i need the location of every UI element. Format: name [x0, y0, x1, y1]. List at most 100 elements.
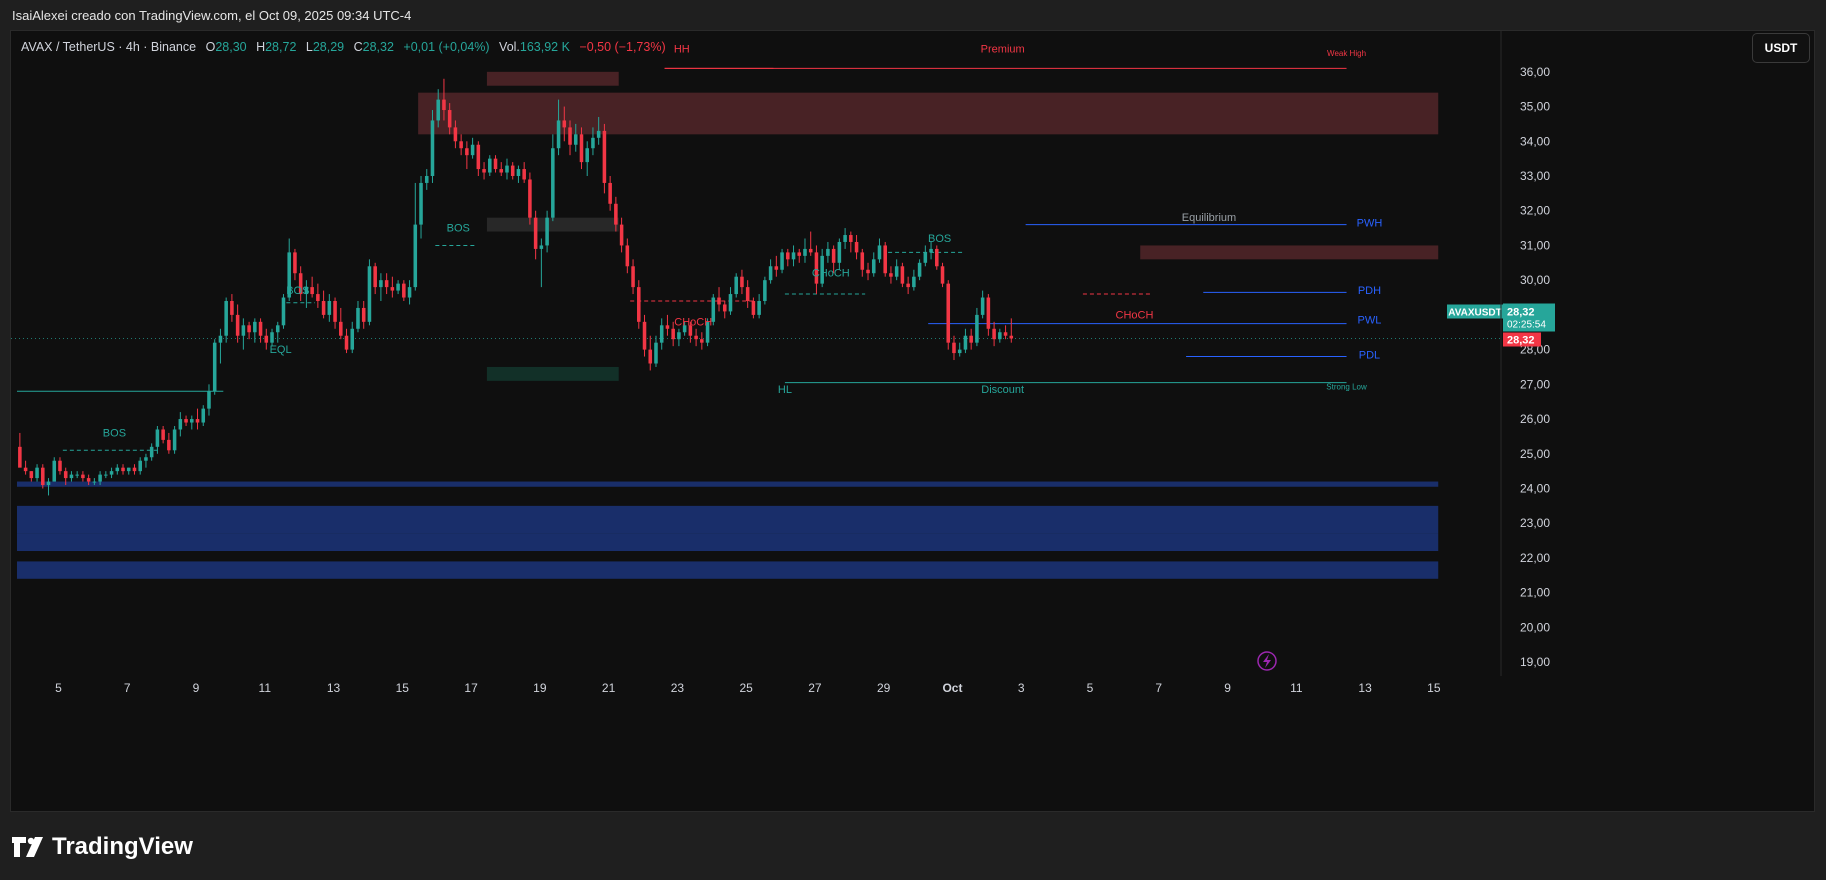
- candle-body[interactable]: [459, 141, 463, 149]
- candle-body[interactable]: [482, 169, 486, 173]
- candle-body[interactable]: [247, 325, 251, 333]
- candle-body[interactable]: [155, 429, 160, 447]
- candle-body[interactable]: [883, 245, 887, 274]
- candle-body[interactable]: [281, 297, 286, 326]
- candle-body[interactable]: [23, 467, 28, 472]
- candle-body[interactable]: [757, 301, 761, 315]
- candle-body[interactable]: [52, 460, 57, 482]
- candle-body[interactable]: [75, 474, 79, 476]
- candle-body[interactable]: [190, 419, 194, 423]
- candle-body[interactable]: [877, 245, 882, 260]
- candle-body[interactable]: [585, 148, 589, 163]
- currency-button[interactable]: USDT: [1752, 33, 1810, 63]
- candle-body[interactable]: [516, 169, 521, 176]
- candle-body[interactable]: [522, 169, 526, 180]
- candle-body[interactable]: [573, 134, 578, 145]
- candle-body[interactable]: [659, 325, 664, 343]
- candle-body[interactable]: [734, 276, 738, 295]
- candle-body[interactable]: [235, 314, 240, 336]
- candle-body[interactable]: [104, 474, 108, 476]
- candle-body[interactable]: [631, 266, 635, 288]
- candle-body[interactable]: [728, 294, 733, 312]
- candle-body[interactable]: [608, 182, 612, 204]
- candle-body[interactable]: [212, 342, 217, 392]
- candle-body[interactable]: [69, 474, 74, 479]
- candle-body[interactable]: [912, 276, 916, 288]
- candle-body[interactable]: [545, 217, 549, 246]
- candle-body[interactable]: [126, 467, 131, 472]
- candle-body[interactable]: [889, 273, 893, 277]
- candle-body[interactable]: [946, 283, 951, 343]
- candle-body[interactable]: [625, 245, 630, 267]
- candle-body[interactable]: [178, 419, 183, 430]
- candle-body[interactable]: [998, 332, 1002, 340]
- candle-body[interactable]: [465, 148, 469, 156]
- candle-body[interactable]: [505, 165, 509, 173]
- candle-body[interactable]: [700, 339, 704, 343]
- candle-body[interactable]: [184, 419, 188, 423]
- candle-body[interactable]: [447, 110, 452, 128]
- candle-body[interactable]: [18, 446, 22, 468]
- candle-body[interactable]: [333, 301, 337, 322]
- candle-body[interactable]: [407, 287, 412, 298]
- candle-body[interactable]: [671, 328, 675, 340]
- candle-body[interactable]: [195, 419, 200, 423]
- candle-body[interactable]: [510, 165, 515, 176]
- candle-body[interactable]: [453, 127, 458, 142]
- candle-body[interactable]: [826, 248, 830, 256]
- candle-body[interactable]: [986, 297, 991, 329]
- candle-body[interactable]: [361, 307, 366, 322]
- candle-body[interactable]: [172, 429, 177, 451]
- candle-body[interactable]: [780, 252, 784, 270]
- candle-body[interactable]: [642, 321, 647, 350]
- candle-body[interactable]: [476, 144, 481, 170]
- candle-body[interactable]: [774, 266, 779, 270]
- candle-body[interactable]: [722, 304, 727, 312]
- candle-body[interactable]: [442, 99, 446, 111]
- candle-body[interactable]: [310, 287, 314, 295]
- candle-body[interactable]: [1003, 332, 1008, 336]
- candle-body[interactable]: [92, 481, 97, 483]
- candle-body[interactable]: [98, 474, 102, 482]
- candle-body[interactable]: [121, 467, 125, 472]
- candle-body[interactable]: [63, 471, 68, 479]
- candle-body[interactable]: [786, 252, 790, 260]
- candle-body[interactable]: [413, 224, 418, 288]
- candle-body[interactable]: [797, 252, 802, 256]
- candle-body[interactable]: [751, 301, 756, 315]
- candle-body[interactable]: [969, 335, 973, 343]
- candle-body[interactable]: [138, 460, 142, 472]
- candle-body[interactable]: [41, 467, 45, 486]
- candle-body[interactable]: [419, 182, 423, 225]
- candle-body[interactable]: [253, 321, 257, 333]
- candle-body[interactable]: [35, 467, 39, 479]
- candle-body[interactable]: [161, 429, 165, 440]
- candle-body[interactable]: [562, 120, 567, 128]
- candle-body[interactable]: [894, 266, 899, 277]
- candle-body[interactable]: [132, 467, 137, 472]
- candle-body[interactable]: [602, 130, 607, 183]
- candle-body[interactable]: [230, 301, 234, 315]
- candle-body[interactable]: [367, 266, 372, 322]
- candle-body[interactable]: [356, 307, 360, 329]
- candle-body[interactable]: [551, 148, 555, 218]
- candle-body[interactable]: [379, 280, 383, 288]
- candle-body[interactable]: [493, 158, 498, 170]
- candle-body[interactable]: [201, 408, 206, 423]
- chart-panel[interactable]: HH Premium Weak High Equilibrium PWH PDH PWL PD…: [10, 30, 1815, 812]
- candle-body[interactable]: [470, 144, 475, 156]
- candle-body[interactable]: [579, 134, 584, 163]
- candle-body[interactable]: [791, 252, 796, 260]
- candle-body[interactable]: [619, 224, 624, 246]
- candle-body[interactable]: [860, 252, 865, 270]
- candle-body[interactable]: [866, 269, 870, 274]
- candle-body[interactable]: [768, 266, 773, 281]
- candle-body[interactable]: [803, 248, 807, 256]
- candle-body[interactable]: [980, 297, 985, 315]
- candle-body[interactable]: [436, 99, 440, 121]
- candle-body[interactable]: [149, 446, 154, 458]
- candle-body[interactable]: [373, 266, 377, 288]
- candle-body[interactable]: [46, 481, 51, 486]
- candle-body[interactable]: [390, 287, 395, 291]
- candle-body[interactable]: [677, 332, 681, 340]
